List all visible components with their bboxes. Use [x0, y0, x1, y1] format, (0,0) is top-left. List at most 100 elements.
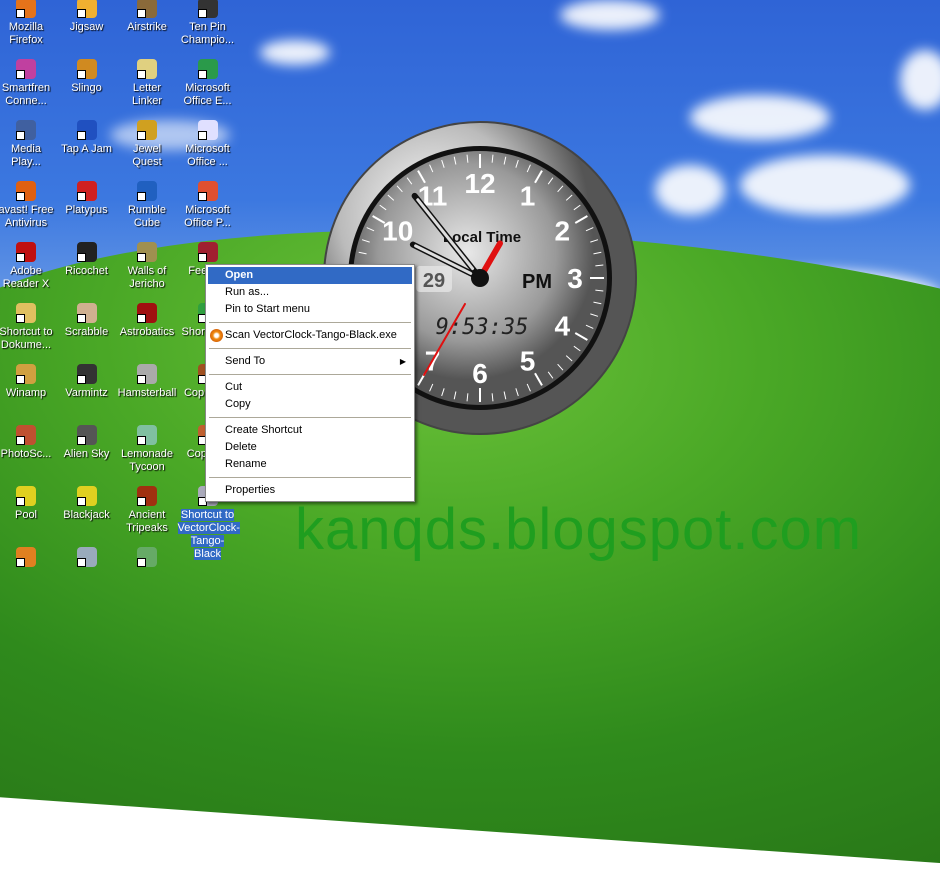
app-icon	[197, 59, 218, 79]
desktop-icon[interactable]: Ancient Tripeaks	[117, 486, 177, 535]
desktop-icon[interactable]: Tap A Jam	[57, 120, 117, 156]
menu-item-copy[interactable]: Copy	[208, 396, 412, 413]
menu-item-send-to[interactable]: Send To ▶	[208, 353, 412, 370]
desktop-icon-label: Microsoft Office ...	[185, 143, 230, 168]
app-icon	[76, 425, 97, 445]
menu-item-rename[interactable]: Rename	[208, 456, 412, 473]
app-icon	[76, 242, 97, 262]
menu-item-scan-vectorclock-tango-black-exe[interactable]: Scan VectorClock-Tango-Black.exe	[208, 327, 412, 344]
menu-item-label: Rename	[225, 458, 267, 470]
desktop-icon-label: Hamsterball	[117, 387, 177, 399]
desktop-icon-label: Microsoft Office E...	[183, 82, 232, 107]
app-icon	[137, 303, 157, 323]
app-icon	[16, 181, 36, 201]
menu-item-pin-to-start-menu[interactable]: Pin to Start menu	[208, 301, 412, 318]
menu-item-cut[interactable]: Cut	[208, 379, 412, 396]
app-icon	[137, 547, 157, 567]
desktop-icon[interactable]: Slingo	[57, 59, 117, 95]
desktop-icon-label: avast! Free Antivirus	[0, 204, 54, 229]
desktop-icon[interactable]: Microsoft Office E...	[178, 59, 238, 108]
app-icon	[76, 547, 97, 567]
desktop-icon-label: Media Play...	[11, 143, 41, 168]
desktop-icon[interactable]: Media Play...	[0, 120, 56, 169]
app-icon	[16, 364, 36, 384]
clock-digital: 9:53:35	[436, 315, 529, 340]
menu-item-label: Pin to Start menu	[225, 303, 310, 315]
menu-item-label: Create Shortcut	[225, 424, 303, 436]
desktop-icon[interactable]: Microsoft Office P...	[178, 181, 238, 230]
app-icon	[16, 486, 36, 506]
menu-item-run-as[interactable]: Run as...	[208, 284, 412, 301]
app-icon	[137, 59, 157, 79]
desktop-icon-label: Smartfren Conne...	[1, 82, 51, 107]
desktop-icon[interactable]: Rumble Cube	[117, 181, 177, 230]
cloud	[690, 95, 830, 140]
desktop-icon-label: Platypus	[65, 204, 108, 216]
desktop-icon[interactable]: Adobe Reader X	[0, 242, 56, 291]
desktop-icon[interactable]: PhotoSc...	[0, 425, 56, 461]
desktop-icon[interactable]: Jigsaw	[57, 0, 117, 34]
app-icon	[137, 364, 157, 384]
desktop-icon[interactable]: Pool	[0, 486, 56, 522]
app-icon	[137, 425, 157, 445]
desktop-icon[interactable]	[117, 547, 177, 570]
desktop-icon[interactable]: Jewel Quest	[117, 120, 177, 169]
desktop-icon[interactable]: Winamp	[0, 364, 56, 400]
desktop-icon[interactable]: Scrabble	[57, 303, 117, 339]
app-icon	[76, 120, 97, 140]
desktop-icon[interactable]: Lemonade Tycoon	[117, 425, 177, 474]
desktop-icon[interactable]: Airstrike	[117, 0, 177, 34]
desktop-icon-label: Blackjack	[63, 509, 110, 521]
app-icon	[76, 486, 97, 506]
menu-item-delete[interactable]: Delete	[208, 439, 412, 456]
desktop-icon[interactable]: Platypus	[57, 181, 117, 217]
clock-hour-number: 6	[472, 358, 488, 389]
app-icon	[197, 0, 218, 18]
watermark: kanqds.blogspot.com	[295, 497, 863, 562]
app-icon	[16, 425, 36, 445]
desktop-icon[interactable]: Astrobatics	[117, 303, 177, 339]
desktop-icon[interactable]: Ten Pin Champio...	[178, 0, 238, 47]
desktop-icon-label: Alien Sky	[63, 448, 110, 460]
app-icon	[76, 59, 97, 79]
desktop-icon-label: Jewel Quest	[132, 143, 162, 168]
desktop-icon[interactable]: Microsoft Office ...	[178, 120, 238, 169]
menu-separator	[209, 322, 411, 323]
cloud	[560, 0, 660, 30]
menu-separator	[209, 477, 411, 478]
clock-hour-number: 5	[520, 345, 536, 376]
desktop-icon[interactable]: Varmintz	[57, 364, 117, 400]
menu-item-create-shortcut[interactable]: Create Shortcut	[208, 422, 412, 439]
app-icon	[197, 242, 218, 262]
app-icon	[76, 364, 97, 384]
desktop-icon[interactable]: Ricochet	[57, 242, 117, 278]
desktop-icon[interactable]: Letter Linker	[117, 59, 177, 108]
desktop-icon-label: Shortcut to VectorClock-Tango-Black	[177, 509, 240, 560]
clock-ampm: PM	[522, 271, 552, 293]
desktop-icon[interactable]: Hamsterball	[117, 364, 177, 400]
desktop-icon[interactable]: Shortcut to Dokume...	[0, 303, 56, 352]
menu-item-label: Send To	[225, 355, 266, 367]
clock-hour-number: 1	[520, 181, 536, 212]
desktop-icon-label: Ten Pin Champio...	[180, 21, 235, 46]
desktop-icon[interactable]	[0, 547, 56, 570]
desktop-icon-label: Varmintz	[65, 387, 108, 399]
app-icon	[76, 181, 97, 201]
menu-item-open[interactable]: Open	[208, 267, 412, 284]
desktop-icon[interactable]: Walls of Jericho	[117, 242, 177, 291]
desktop-icon[interactable]: Alien Sky	[57, 425, 117, 461]
clock-hour-number: 2	[554, 216, 570, 247]
desktop-icon[interactable]: avast! Free Antivirus	[0, 181, 56, 230]
menu-item-label: Open	[225, 269, 254, 281]
desktop-icon[interactable]: Mozilla Firefox	[0, 0, 56, 47]
desktop-icon[interactable]: Blackjack	[57, 486, 117, 522]
app-icon	[16, 303, 36, 323]
desktop-icon[interactable]	[57, 547, 117, 570]
app-icon	[76, 303, 97, 323]
menu-item-label: Delete	[225, 441, 257, 453]
cloud	[655, 165, 725, 215]
menu-separator	[209, 374, 411, 375]
desktop-icon-label: Slingo	[71, 82, 102, 94]
desktop-icon[interactable]: Smartfren Conne...	[0, 59, 56, 108]
desktop-icon-label: Ancient Tripeaks	[126, 509, 168, 534]
